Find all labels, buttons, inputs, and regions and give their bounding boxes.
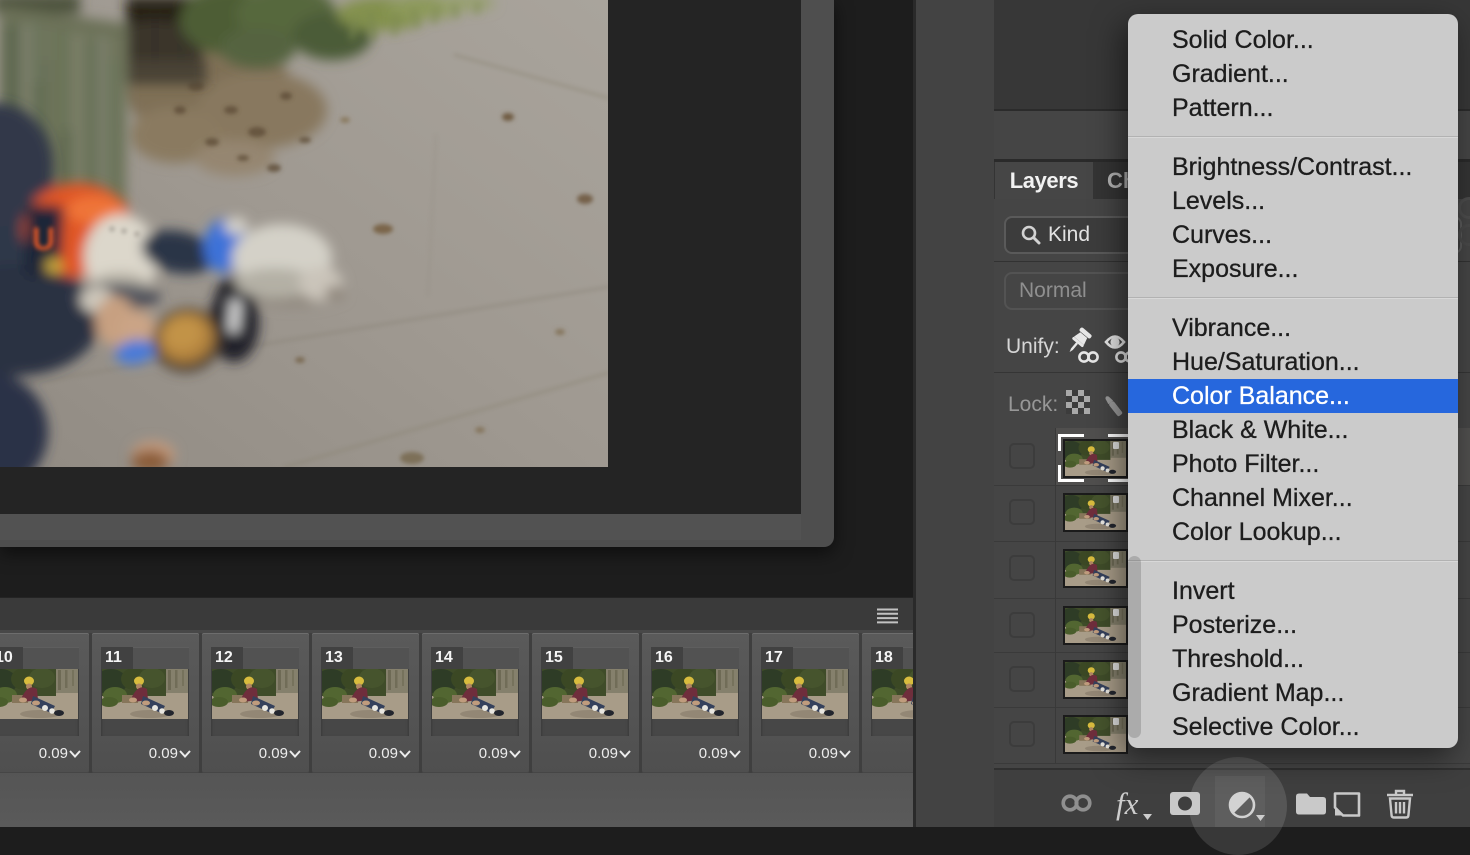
svg-text:U: U	[32, 221, 55, 257]
svg-text:fx: fx	[1116, 786, 1139, 821]
